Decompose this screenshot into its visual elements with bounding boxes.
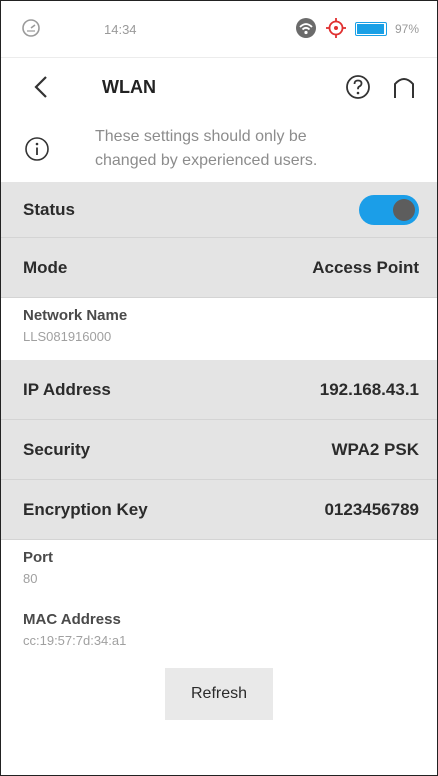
refresh-container: Refresh [1,664,437,720]
security-value: WPA2 PSK [331,439,419,459]
wifi-icon [295,17,317,42]
back-chevron-icon [34,76,47,98]
info-banner: These settings should only be changed by… [1,116,437,182]
speedometer-icon [21,18,41,41]
status-time: 14:34 [104,21,137,37]
wlan-settings-screen: 14:34 97% WLAN These settings should onl… [0,0,438,776]
security-label: Security [23,439,91,459]
ip-address-label: IP Address [23,379,111,399]
top-app-bar: WLAN [1,58,437,116]
location-target-icon [325,17,347,42]
mac-address-value: cc:19:57:7d:34:a1 [23,633,127,648]
status-bar-right: 97% [295,17,419,42]
network-name-value: LLS081916000 [23,329,112,344]
battery-icon [354,22,387,36]
status-bar: 14:34 97% [1,1,437,58]
info-message: These settings should only be changed by… [95,125,317,173]
help-button[interactable] [343,72,373,102]
mac-address-label: MAC Address [23,611,121,628]
home-button[interactable] [389,72,419,102]
info-line-1: These settings should only be [95,128,307,145]
back-button[interactable] [25,67,57,107]
network-name-label: Network Name [23,307,128,324]
refresh-button[interactable]: Refresh [165,668,273,720]
header-actions [343,72,419,102]
mac-address-field: MAC Address cc:19:57:7d:34:a1 [1,602,437,664]
status-bar-left: 14:34 [21,18,137,41]
security-row[interactable]: Security WPA2 PSK [1,420,437,480]
port-value: 80 [23,571,38,586]
home-icon [394,78,414,98]
encryption-key-row[interactable]: Encryption Key 0123456789 [1,480,437,540]
network-name-field: Network Name LLS081916000 [1,298,437,360]
mode-row[interactable]: Mode Access Point [1,238,437,298]
encryption-key-value: 0123456789 [324,499,419,519]
info-icon [23,135,51,163]
status-toggle[interactable] [359,194,419,225]
mode-label: Mode [23,257,68,277]
battery-percentage: 97% [394,22,419,36]
ip-address-value: 192.168.43.1 [319,379,419,399]
help-icon [346,75,370,99]
port-label: Port [23,549,53,566]
port-field: Port 80 [1,540,437,602]
encryption-key-label: Encryption Key [23,499,148,519]
page-title: WLAN [102,76,156,97]
status-row: Status [1,182,437,238]
info-line-2: changed by experienced users. [95,152,318,169]
ip-address-row[interactable]: IP Address 192.168.43.1 [1,360,437,420]
status-label: Status [23,199,75,219]
mode-value: Access Point [312,257,419,277]
toggle-knob [393,198,415,221]
